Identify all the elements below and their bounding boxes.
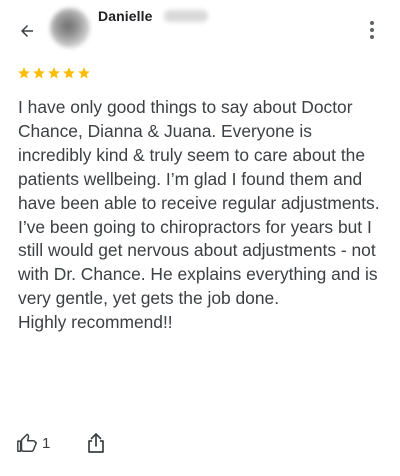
star-icon [63, 67, 75, 79]
back-button[interactable] [14, 18, 40, 44]
like-button[interactable]: 1 [16, 430, 50, 456]
star-icon [78, 67, 90, 79]
more-vert-icon [370, 21, 374, 25]
star-icon [48, 67, 60, 79]
redacted-surname [164, 10, 208, 22]
more-options-button[interactable] [362, 16, 382, 44]
arrow-back-icon [21, 25, 33, 37]
share-button[interactable] [84, 430, 108, 456]
like-count: 1 [42, 434, 51, 452]
star-rating [17, 66, 91, 80]
share-icon [88, 433, 104, 453]
review-actions: 1 [0, 430, 400, 466]
thumb-up-icon [17, 433, 37, 452]
review-header: Danielle [0, 0, 400, 62]
review-text: I have only good things to say about Doc… [18, 97, 380, 333]
star-icon [33, 67, 45, 79]
avatar[interactable] [50, 8, 90, 48]
reviewer-name[interactable]: Danielle [98, 8, 153, 24]
star-icon [18, 67, 30, 79]
